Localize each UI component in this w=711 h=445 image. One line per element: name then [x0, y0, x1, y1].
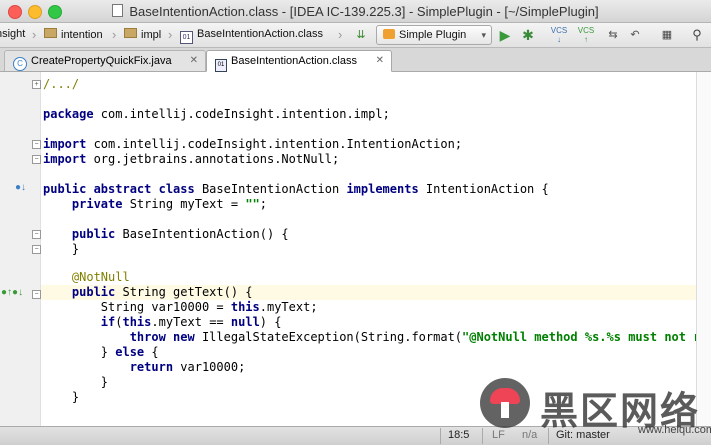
breadcrumb-insight[interactable]: nsight	[0, 28, 25, 40]
code-line: throw new IllegalStateException(String.f…	[43, 330, 711, 344]
code-line: if(this.myText == null) {	[43, 315, 282, 329]
collapse-fold-icon[interactable]: −	[32, 245, 41, 254]
breadcrumb-separator: ›	[338, 27, 343, 42]
breadcrumb-separator: ›	[32, 27, 37, 42]
vcs-update-icon[interactable]: VCS ↓	[550, 26, 568, 44]
close-tab-icon[interactable]: ✕	[190, 51, 198, 71]
title-bar: BaseIntentionAction.class - [IDEA IC-139…	[0, 0, 711, 23]
navigation-bar: nsight › intention › impl › 01BaseIntent…	[0, 23, 711, 48]
code-editor[interactable]: + − − − − − ●↓ ●↑●↓ /.../ package com.in…	[0, 72, 711, 426]
class-file-icon: 01	[215, 59, 227, 72]
code-line: }	[43, 375, 109, 389]
plugin-icon	[383, 29, 395, 39]
watermark: 黑区网络 www.heiqu.com	[470, 378, 711, 438]
class-file-icon: 01	[180, 31, 193, 44]
code-line: } else {	[43, 345, 159, 359]
code-line: return var10000;	[43, 360, 246, 374]
implements-icon[interactable]: ●↓	[15, 182, 26, 194]
code-line: import org.jetbrains.annotations.NotNull…	[43, 152, 340, 166]
implements-icon[interactable]: ●↑●↓	[1, 287, 23, 299]
collapse-fold-icon[interactable]: −	[32, 290, 41, 299]
code-line: public String getText() {	[43, 285, 253, 299]
watermark-url: www.heiqu.com	[638, 424, 711, 436]
chevron-down-icon: ▾	[481, 30, 486, 40]
code-line: String var10000 = this.myText;	[43, 300, 318, 314]
java-class-icon: C	[13, 57, 27, 71]
divider	[440, 428, 441, 444]
revert-icon[interactable]: ↶	[626, 26, 644, 44]
close-tab-icon[interactable]: ✕	[376, 51, 384, 71]
search-icon[interactable]: ⚲	[688, 26, 706, 44]
tab-base-intention-action[interactable]: 01 BaseIntentionAction.class ✕	[206, 50, 392, 72]
collapse-fold-icon[interactable]: −	[32, 155, 41, 164]
code-line: }	[43, 242, 80, 256]
folder-icon	[124, 28, 137, 38]
window-title: BaseIntentionAction.class - [IDEA IC-139…	[0, 4, 711, 19]
vcs-commit-icon[interactable]: VCS ↑	[577, 26, 595, 44]
compare-icon[interactable]: ⇆	[604, 26, 622, 44]
error-stripe[interactable]	[696, 72, 711, 426]
editor-tab-bar: C CreatePropertyQuickFix.java ✕ 01 BaseInte…	[0, 48, 711, 72]
breadcrumb-intention[interactable]: intention	[44, 28, 103, 41]
code-line: import com.intellij.codeInsight.intentio…	[43, 137, 463, 151]
tab-create-property-quick-fix[interactable]: C CreatePropertyQuickFix.java ✕	[4, 50, 206, 71]
breadcrumb-separator: ›	[112, 27, 117, 42]
breadcrumb-separator: ›	[168, 27, 173, 42]
watermark-logo-icon	[480, 378, 530, 428]
code-line: package com.intellij.codeInsight.intenti…	[43, 107, 390, 121]
expand-fold-icon[interactable]: +	[32, 80, 41, 89]
breadcrumb-impl[interactable]: impl	[124, 28, 161, 41]
project-structure-icon[interactable]: ▦	[658, 26, 676, 44]
run-icon[interactable]: ▶	[496, 26, 514, 44]
code-line: public BaseIntentionAction() {	[43, 227, 289, 241]
code-line: }	[43, 390, 80, 404]
document-icon	[112, 4, 124, 17]
build-icon[interactable]: ⇊	[352, 26, 370, 44]
debug-icon[interactable]: ✱	[519, 26, 537, 44]
breadcrumb-class-file[interactable]: 01 BaseIntentionAction.class	[180, 28, 323, 44]
collapse-fold-icon[interactable]: −	[32, 140, 41, 149]
collapse-fold-icon[interactable]: −	[32, 230, 41, 239]
code-line: private String myText = "";	[43, 197, 267, 211]
folder-icon	[44, 28, 57, 38]
run-configuration-select[interactable]: Simple Plugin ▾	[376, 25, 492, 45]
code-line: public abstract class BaseIntentionActio…	[43, 182, 549, 196]
code-line: /.../	[43, 77, 80, 91]
code-line: @NotNull	[43, 270, 130, 284]
caret-position[interactable]: 18:5	[448, 429, 469, 441]
